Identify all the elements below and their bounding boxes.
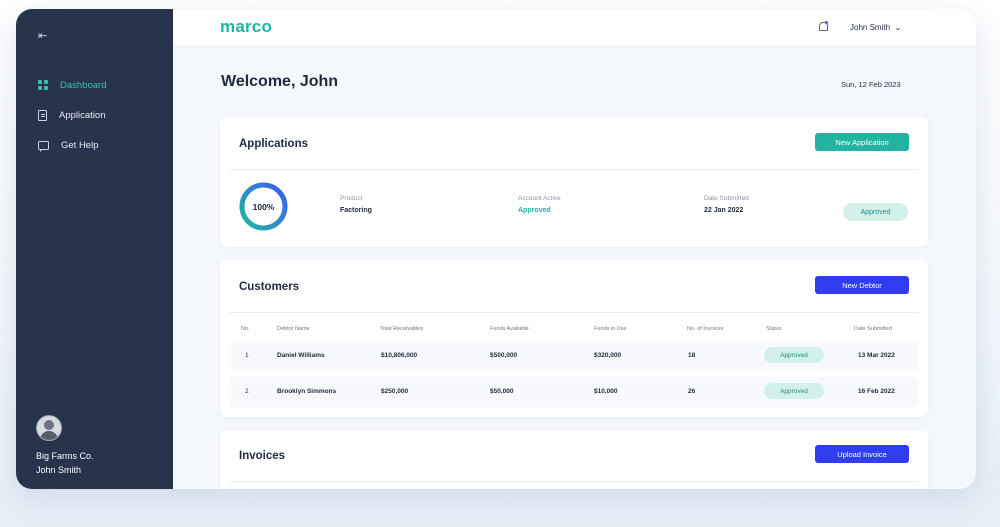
upload-invoice-button[interactable]: Upload Invoice [815,445,909,463]
progress-value: 100% [252,201,275,212]
divider [229,312,919,313]
customers-card: Customers New Debtor No. Debtor Name Tot… [220,260,928,417]
status-badge: Approved [764,347,824,363]
date-submitted: 16 Feb 2022 [858,388,895,395]
applications-title: Applications [239,138,309,150]
sidebar-user[interactable]: Big Farms Co. John Smith [36,415,94,477]
user-menu[interactable]: John Smith ⌄ [850,23,902,32]
divider [229,169,919,170]
sidebar-nav: Dashboard Application Get Help [38,77,106,167]
status-badge: Approved [764,383,824,399]
user-menu-name: John Smith [850,23,891,32]
company-name: Big Farms Co. [36,451,94,461]
product-value: Factoring [340,207,372,214]
column-header: Debtor Name [277,326,310,332]
new-application-button[interactable]: New Application [815,133,909,151]
sidebar-item-dashboard[interactable]: Dashboard [38,77,106,93]
column-header: Date Submitted [854,326,892,332]
date-submitted-label: Date Submitted [704,195,749,202]
logo: marco [220,17,273,36]
invoices-card: Invoices Upload Invoice [220,430,928,489]
row-number: 2 [245,388,249,395]
debtor-name: Brooklyn Simmons [277,388,337,395]
dashboard-icon [38,80,48,90]
account-active-label: Account Active [518,195,561,202]
sidebar-item-application[interactable]: Application [38,107,106,123]
invoice-count: 18 [688,352,696,359]
user-name: John Smith [36,465,82,475]
applications-card: Applications New Application 100% Produc… [220,117,928,247]
funds-available: $50,000 [490,388,514,395]
date-submitted-field: Date Submitted 22 Jan 2022 [704,193,749,217]
debtor-name: Daniel Williams [277,352,325,359]
invoice-count: 26 [688,388,696,395]
funds-available: $500,000 [490,352,518,359]
row-number: 1 [245,352,249,359]
product-field: Product Factoring [340,193,372,217]
date-submitted: 13 Mar 2022 [858,352,895,359]
column-header: No. [241,326,250,332]
app-window: ⇤ Dashboard Application Get Help Big Far… [16,9,976,489]
sidebar-item-label: Get Help [61,139,99,151]
invoices-title: Invoices [239,450,286,462]
column-header: No. of Invoices [687,326,724,332]
sidebar: ⇤ Dashboard Application Get Help Big Far… [16,9,173,489]
customers-title: Customers [239,281,300,293]
sidebar-item-label: Dashboard [60,79,107,91]
total-receivables: $250,000 [381,388,409,395]
date-submitted-value: 22 Jan 2022 [704,207,744,214]
funds-in-use: $320,000 [594,352,622,359]
divider [229,481,919,482]
page-title: Welcome, John [221,73,339,90]
sidebar-item-get-help[interactable]: Get Help [38,137,106,153]
top-bar: marco John Smith ⌄ [173,9,976,45]
table-row[interactable]: 2 Brooklyn Simmons $250,000 $50,000 $10,… [229,377,919,407]
chat-icon [38,140,49,152]
main-content: marco John Smith ⌄ Welcome, John Sun, 12 … [173,9,976,489]
column-header: Funds Available [490,326,529,332]
new-debtor-button[interactable]: New Debtor [815,276,909,294]
column-header: Status [766,326,782,332]
total-receivables: $10,806,000 [381,352,418,359]
notification-bell-icon[interactable] [819,21,828,31]
avatar [36,415,62,441]
account-active-field: Account Active Approved [518,193,561,217]
account-active-value: Approved [518,207,551,214]
column-header: Funds in Use [594,326,627,332]
status-badge: Approved [843,203,908,221]
column-header: Total Receivables [380,326,424,332]
product-label: Product [340,195,363,202]
funds-in-use: $10,000 [594,388,618,395]
table-row[interactable]: 1 Daniel Williams $10,806,000 $500,000 $… [229,341,919,371]
clipboard-icon [38,109,47,121]
chevron-down-icon: ⌄ [894,25,902,32]
current-date: Sun, 12 Feb 2023 [841,80,901,89]
sidebar-item-label: Application [59,109,106,121]
collapse-sidebar-icon[interactable]: ⇤ [38,30,54,42]
